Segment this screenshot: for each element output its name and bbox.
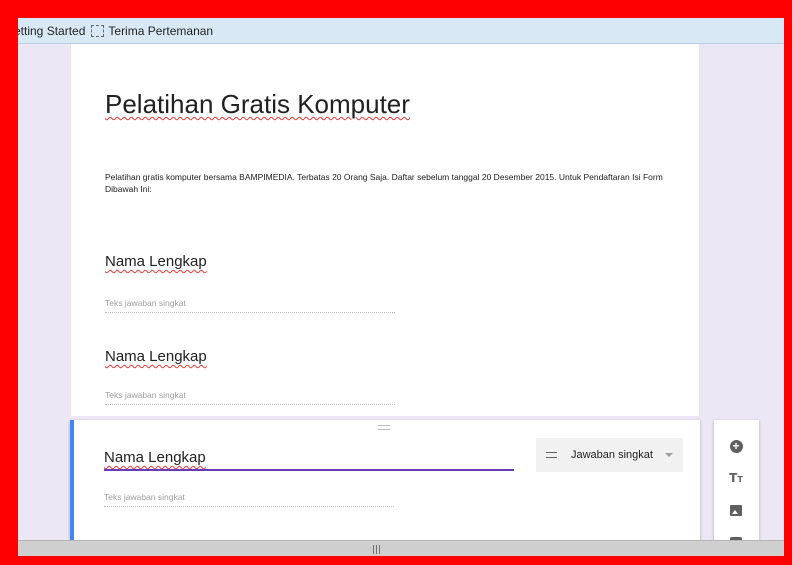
short-answer-icon bbox=[546, 452, 557, 458]
bookmark-label: etting Started bbox=[18, 23, 86, 38]
bookmarks-bar: etting Started Terima Pertemanan bbox=[18, 18, 784, 44]
question-title[interactable]: Nama Lengkap bbox=[105, 253, 207, 270]
form-editor-canvas: Pelatihan Gratis Komputer Pelatihan grat… bbox=[18, 44, 784, 556]
form-description[interactable]: Pelatihan gratis komputer bersama BAMPIM… bbox=[105, 171, 685, 195]
active-question-title-text: Nama Lengkap bbox=[104, 449, 206, 466]
add-question-button[interactable]: + bbox=[726, 436, 746, 456]
drag-handle-icon[interactable] bbox=[378, 425, 390, 430]
add-question-icon: + bbox=[729, 439, 743, 453]
chevron-down-icon bbox=[664, 453, 673, 457]
active-question-title-input[interactable]: Nama Lengkap bbox=[104, 447, 514, 471]
image-icon bbox=[730, 504, 742, 516]
horizontal-scrollbar[interactable]: ||| bbox=[18, 540, 784, 556]
question-type-dropdown[interactable]: Jawaban singkat bbox=[536, 438, 683, 472]
add-image-button[interactable] bbox=[726, 500, 746, 520]
scrollbar-grip-icon[interactable]: ||| bbox=[372, 545, 381, 555]
bookmark-label: Terima Pertemanan bbox=[108, 23, 214, 38]
question-title[interactable]: Nama Lengkap bbox=[105, 348, 207, 365]
screenshot-red-border: etting Started Terima Pertemanan Pelatih… bbox=[0, 0, 792, 565]
short-answer-placeholder: Teks jawaban singkat bbox=[105, 390, 395, 405]
title-text-icon: TT bbox=[729, 471, 743, 485]
short-answer-placeholder: Teks jawaban singkat bbox=[105, 298, 395, 313]
active-question-card[interactable]: Nama Lengkap Jawaban singkat Teks jawaba… bbox=[70, 420, 700, 548]
form-title[interactable]: Pelatihan Gratis Komputer bbox=[105, 89, 410, 120]
form-header-card: Pelatihan Gratis Komputer Pelatihan grat… bbox=[70, 44, 700, 416]
bookmark-getting-started[interactable]: etting Started bbox=[18, 24, 85, 38]
short-answer-placeholder: Teks jawaban singkat bbox=[104, 492, 394, 507]
folder-icon bbox=[91, 24, 105, 37]
floating-toolbar: + TT bbox=[714, 420, 759, 556]
question-type-label: Jawaban singkat bbox=[571, 449, 653, 461]
bookmark-terima-pertemanan[interactable]: Terima Pertemanan bbox=[85, 24, 213, 38]
add-title-button[interactable]: TT bbox=[726, 468, 746, 488]
browser-viewport: etting Started Terima Pertemanan Pelatih… bbox=[18, 18, 784, 556]
